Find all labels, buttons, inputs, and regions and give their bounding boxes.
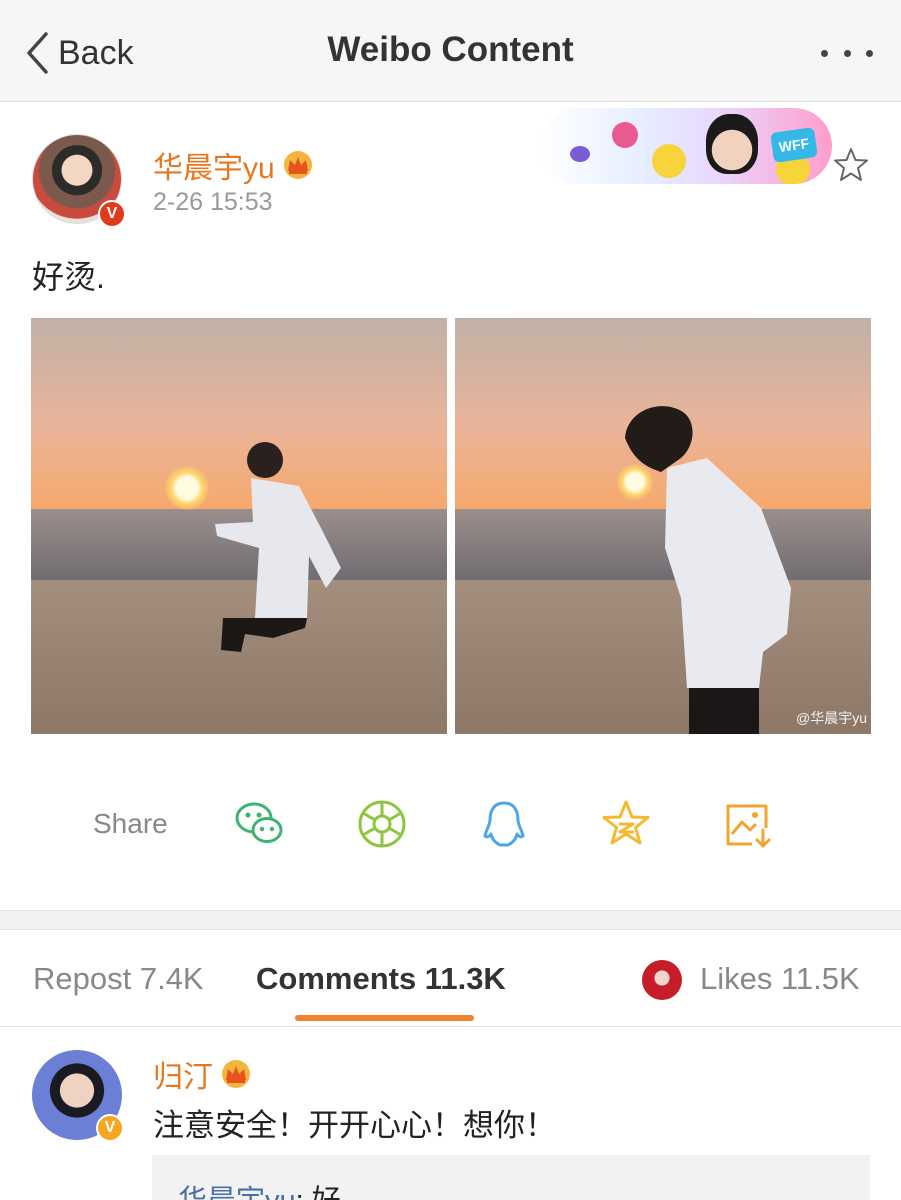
crown-icon (222, 1060, 250, 1088)
active-tab-indicator (295, 1015, 474, 1021)
image-watermark: @华晨宇yu (796, 710, 867, 726)
interaction-tabs: Repost 7.4K Comments 11.3K Likes 11.5K (0, 931, 901, 1027)
more-options-button[interactable] (821, 38, 873, 68)
author-avatar[interactable]: V (32, 134, 126, 228)
share-row: Share (0, 790, 901, 860)
banner-badge: WFF (770, 127, 818, 163)
tab-repost[interactable]: Repost 7.4K (33, 961, 204, 997)
navigation-bar: Back Weibo Content (0, 0, 901, 102)
verified-badge-icon: V (98, 200, 126, 228)
author-name[interactable]: 华晨宇yu (153, 143, 275, 187)
save-image-icon[interactable] (722, 798, 774, 850)
more-dot-icon (821, 49, 828, 57)
tab-likes[interactable]: Likes 11.5K (700, 961, 860, 997)
page-title: Weibo Content (327, 30, 574, 69)
cartoon-character-icon (652, 144, 686, 178)
section-divider (0, 910, 901, 930)
qzone-icon[interactable] (600, 798, 652, 850)
post-image[interactable] (31, 318, 447, 734)
more-dot-icon (843, 49, 851, 57)
planet-icon (570, 146, 590, 162)
verified-badge-icon: V (96, 1114, 124, 1142)
crown-icon (283, 151, 312, 179)
author-name-row[interactable]: 华晨宇yu (153, 143, 315, 187)
person-silhouette (625, 406, 791, 734)
commenter-avatar[interactable]: V (32, 1050, 124, 1142)
liker-avatar (642, 960, 682, 1000)
reply-text: : 好 (296, 1185, 341, 1200)
post-timestamp: 2-26 15:53 (153, 188, 273, 216)
reply-author[interactable]: 华晨宇yu (178, 1185, 296, 1200)
commenter-name[interactable]: 归汀 (153, 1052, 213, 1096)
more-dot-icon (866, 49, 873, 57)
reply-preview[interactable]: 华晨宇yu: 好 (152, 1155, 870, 1200)
tab-comments[interactable]: Comments 11.3K (256, 961, 506, 997)
post-text: 好烫. (32, 259, 105, 295)
moments-icon[interactable] (356, 798, 408, 850)
celebrity-photo (706, 114, 758, 174)
share-label: Share (93, 808, 168, 839)
planet-icon (612, 122, 638, 148)
commenter-name-row[interactable]: 归汀 (153, 1052, 253, 1096)
post-image[interactable]: @华晨宇yu (455, 318, 871, 734)
fan-banner[interactable]: WFF (540, 108, 832, 184)
person-silhouette (215, 442, 341, 652)
wechat-icon[interactable] (234, 798, 286, 850)
favorite-star-icon[interactable] (832, 146, 870, 184)
qq-icon[interactable] (478, 798, 530, 850)
comment-text: 注意安全！开开心心！想你！ (153, 1108, 556, 1143)
reply-line: 华晨宇yu: 好 (178, 1177, 341, 1200)
